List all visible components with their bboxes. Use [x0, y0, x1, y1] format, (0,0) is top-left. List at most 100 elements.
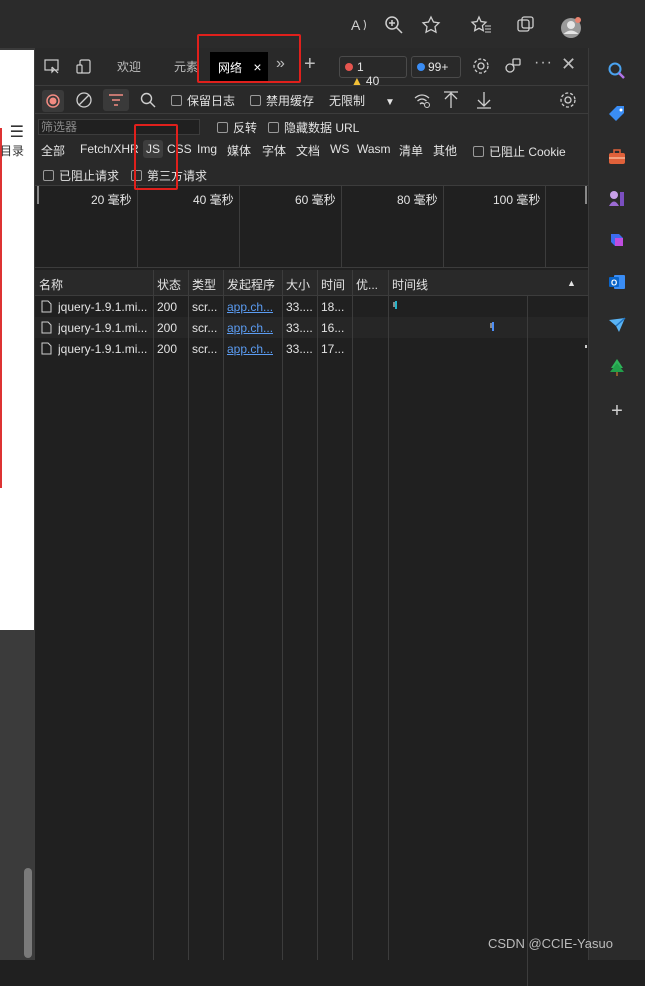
- svg-text:O: O: [611, 279, 617, 288]
- network-conditions-icon[interactable]: [413, 91, 431, 109]
- type-filter-all[interactable]: 全部: [41, 142, 65, 159]
- device-emulation-icon[interactable]: [504, 57, 522, 77]
- annotation-box-network-tab: [197, 34, 301, 83]
- annotation-box-js-filter: [134, 124, 178, 190]
- column-header-type[interactable]: 类型: [192, 276, 216, 293]
- overview-tick-label: 60 毫秒: [295, 193, 336, 207]
- type-filter-wasm[interactable]: Wasm: [357, 142, 391, 156]
- hide-data-urls-checkbox[interactable]: 隐藏数据 URL: [268, 119, 359, 136]
- request-initiator[interactable]: app.ch...: [227, 300, 273, 314]
- send-icon[interactable]: [607, 315, 627, 335]
- blocked-cookies-checkbox[interactable]: 已阻止 Cookie: [473, 143, 566, 160]
- type-filter-font[interactable]: 字体: [262, 142, 286, 159]
- overview-end-marker: [585, 186, 587, 204]
- type-filter-media[interactable]: 媒体: [227, 142, 251, 159]
- page-scrollbar[interactable]: [24, 868, 32, 958]
- request-name[interactable]: jquery-1.9.1.mi...: [58, 342, 153, 356]
- zoom-icon[interactable]: [383, 14, 405, 36]
- timeline-overview[interactable]: 20 毫秒 40 毫秒 60 毫秒 80 毫秒 100 毫秒: [35, 186, 589, 268]
- settings-icon[interactable]: [472, 57, 490, 77]
- type-filter-img[interactable]: Img: [197, 142, 217, 156]
- file-icon: [41, 342, 52, 355]
- sort-ascending-icon[interactable]: ▲: [567, 278, 576, 288]
- import-har-icon[interactable]: [442, 90, 460, 110]
- record-button[interactable]: [42, 90, 64, 112]
- request-initiator[interactable]: app.ch...: [227, 321, 273, 335]
- read-aloud-icon[interactable]: A: [349, 14, 371, 36]
- filter-bar: 筛选器 反转 隐藏数据 URL 全部 Fetch/XHR JS CSS Img …: [35, 114, 589, 186]
- request-name[interactable]: jquery-1.9.1.mi...: [58, 321, 153, 335]
- tab-elements[interactable]: 元素: [174, 58, 198, 78]
- tab-welcome[interactable]: 欢迎: [117, 58, 141, 78]
- column-divider[interactable]: [188, 270, 189, 960]
- copilot-icon[interactable]: [607, 230, 627, 250]
- overview-grid-line: [545, 186, 546, 268]
- error-count: 1: [357, 60, 364, 74]
- type-filter-other[interactable]: 其他: [433, 142, 457, 159]
- add-icon[interactable]: +: [607, 401, 627, 421]
- column-divider[interactable]: [352, 270, 353, 960]
- favorites-icon[interactable]: [470, 14, 492, 36]
- column-divider[interactable]: [153, 270, 154, 960]
- issue-counts[interactable]: 1 ▲ 40: [339, 56, 407, 88]
- type-filter-ws[interactable]: WS: [330, 142, 349, 156]
- type-filter-manifest[interactable]: 清单: [399, 142, 423, 159]
- request-name[interactable]: jquery-1.9.1.mi...: [58, 300, 153, 314]
- request-type: scr...: [192, 300, 218, 314]
- search-icon[interactable]: [139, 91, 157, 109]
- preserve-log-label: 保留日志: [187, 94, 236, 108]
- column-header-initiator[interactable]: 发起程序: [227, 276, 275, 293]
- column-header-status[interactable]: 状态: [157, 276, 181, 293]
- overview-tick-label: 100 毫秒: [493, 193, 541, 207]
- overview-grid-line: [443, 186, 444, 268]
- column-header-time[interactable]: 时间: [321, 276, 345, 293]
- column-divider[interactable]: [223, 270, 224, 960]
- disable-cache-checkbox[interactable]: 禁用缓存: [250, 92, 314, 109]
- info-icon: [417, 63, 425, 71]
- column-divider[interactable]: [317, 270, 318, 960]
- column-header-waterfall[interactable]: 时间线: [392, 276, 428, 293]
- add-tab-icon[interactable]: +: [304, 53, 316, 75]
- device-toggle-icon[interactable]: [75, 58, 93, 78]
- clear-icon[interactable]: [75, 91, 93, 109]
- close-devtools-icon[interactable]: ✕: [561, 54, 576, 74]
- invert-checkbox[interactable]: 反转: [217, 119, 257, 136]
- table-row[interactable]: jquery-1.9.1.mi... 200 scr... app.ch... …: [35, 296, 589, 317]
- toc-button[interactable]: ☰ 目录: [0, 124, 34, 164]
- tools-icon[interactable]: [607, 147, 627, 167]
- network-settings-icon[interactable]: [559, 91, 577, 109]
- more-options-icon[interactable]: ···: [534, 54, 553, 74]
- svg-text:A: A: [351, 17, 361, 33]
- column-divider[interactable]: [282, 270, 283, 960]
- export-har-icon[interactable]: [475, 90, 493, 110]
- table-row[interactable]: jquery-1.9.1.mi... 200 scr... app.ch... …: [35, 317, 589, 338]
- profile-icon[interactable]: [560, 17, 582, 39]
- search-icon[interactable]: [607, 61, 627, 81]
- collections-icon[interactable]: [515, 14, 537, 36]
- inspect-icon[interactable]: [43, 58, 61, 78]
- checkbox-icon: [473, 146, 484, 157]
- tree-icon[interactable]: [607, 357, 627, 377]
- overview-start-marker: [37, 186, 39, 204]
- games-icon[interactable]: [607, 188, 627, 208]
- request-initiator[interactable]: app.ch...: [227, 342, 273, 356]
- column-header-name[interactable]: 名称: [39, 276, 63, 293]
- filter-toggle-icon[interactable]: [103, 89, 129, 111]
- preserve-log-checkbox[interactable]: 保留日志: [171, 92, 235, 109]
- chevron-down-icon: ▼: [385, 97, 395, 108]
- info-count-badge[interactable]: 99+: [411, 56, 461, 78]
- column-header-priority[interactable]: 优...: [356, 276, 382, 293]
- column-divider[interactable]: [388, 270, 389, 960]
- request-status: 200: [157, 342, 178, 356]
- column-header-size[interactable]: 大小: [286, 276, 310, 293]
- blocked-requests-checkbox[interactable]: 已阻止请求: [43, 167, 119, 184]
- throttle-select[interactable]: 无限制 ▼: [329, 92, 395, 109]
- table-row[interactable]: jquery-1.9.1.mi... 200 scr... app.ch... …: [35, 338, 589, 359]
- favorite-add-icon[interactable]: [420, 14, 442, 36]
- type-filter-doc[interactable]: 文档: [296, 142, 320, 159]
- overview-tick-label: 20 毫秒: [91, 193, 132, 207]
- type-filter-fetch-xhr[interactable]: Fetch/XHR: [80, 142, 139, 156]
- request-type: scr...: [192, 321, 218, 335]
- outlook-icon[interactable]: O: [607, 272, 627, 292]
- shopping-tag-icon[interactable]: [607, 104, 627, 124]
